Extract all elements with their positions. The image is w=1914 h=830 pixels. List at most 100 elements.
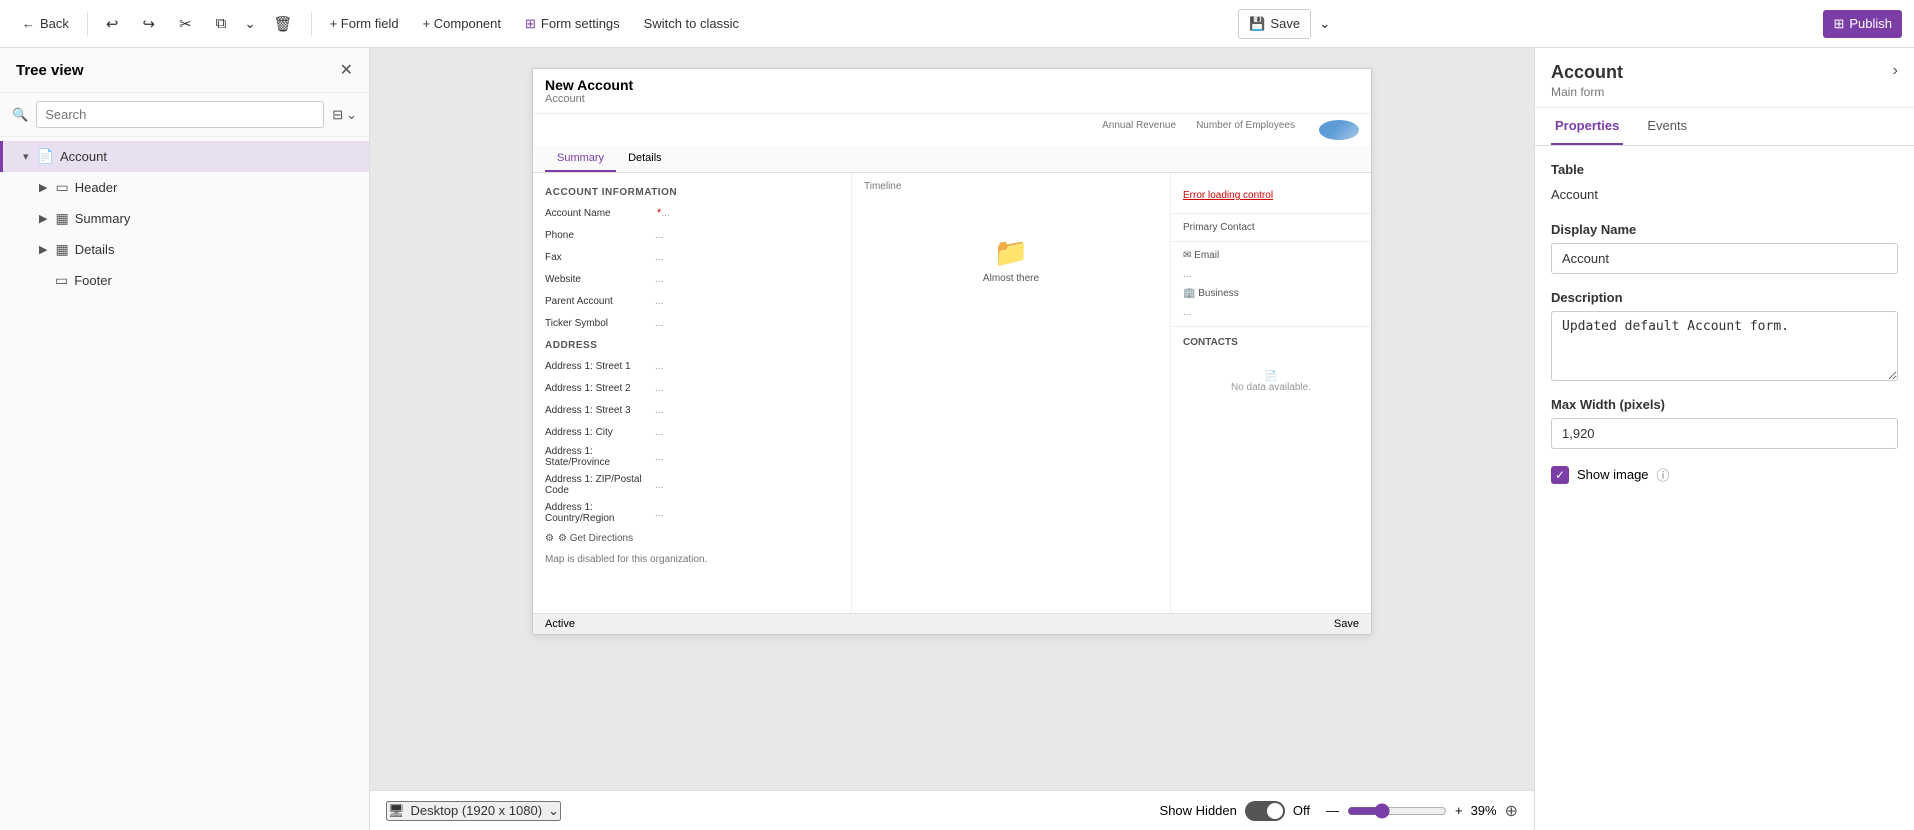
max-width-input[interactable] bbox=[1551, 418, 1898, 449]
copy-chevron-button[interactable]: ⌄ bbox=[240, 10, 259, 38]
tree-panel: Tree view ✕ 🔍 ⊟ ⌄ ▾ 📄 Account ▶ ▭ Header bbox=[0, 48, 370, 830]
form-preview: New Account Account Annual Revenue Numbe… bbox=[532, 68, 1372, 635]
form-header-metrics: Annual Revenue Number of Employees bbox=[533, 114, 1371, 146]
back-button[interactable]: ← Back bbox=[12, 10, 79, 37]
error-link[interactable]: Error loading control bbox=[1183, 190, 1273, 201]
get-directions-row: ⚙ ⚙ Get Directions bbox=[533, 527, 851, 550]
right-panel-header-text: Account Main form bbox=[1551, 62, 1623, 99]
timeline-text: Almost there bbox=[983, 273, 1039, 284]
tree-panel-title: Tree view bbox=[16, 62, 84, 79]
summary-label: Summary bbox=[75, 211, 131, 226]
account-form-icon: 📄 bbox=[37, 148, 54, 165]
footer-label: Footer bbox=[74, 273, 112, 288]
tree-close-button[interactable]: ✕ bbox=[340, 60, 353, 80]
tree-item-header[interactable]: ▶ ▭ Header bbox=[0, 172, 369, 203]
tree-item-summary[interactable]: ▶ ▦ Summary bbox=[0, 203, 369, 234]
tree-item-details[interactable]: ▶ ▦ Details bbox=[0, 234, 369, 265]
right-panel-tabs: Properties Events bbox=[1535, 108, 1914, 146]
tree-item-account[interactable]: ▾ 📄 Account bbox=[0, 141, 369, 172]
add-component-label: + Component bbox=[423, 16, 501, 31]
field-zip: Address 1: ZIP/Postal Code ... bbox=[533, 471, 851, 499]
zoom-fit-button[interactable]: ⊕ bbox=[1505, 801, 1518, 821]
zoom-slider[interactable] bbox=[1347, 803, 1447, 819]
tree-item-footer[interactable]: ▭ Footer bbox=[0, 265, 369, 296]
primary-contact-field: Primary Contact bbox=[1171, 218, 1371, 237]
prop-table: Table Account bbox=[1551, 162, 1898, 206]
footer-status: Active bbox=[545, 618, 575, 630]
header-expand-button[interactable]: ▶ bbox=[35, 181, 51, 194]
save-icon: 💾 bbox=[1249, 16, 1265, 32]
search-icon: 🔍 bbox=[12, 107, 28, 123]
delete-button[interactable]: 🗑 bbox=[264, 9, 303, 39]
zoom-max-icon: + bbox=[1455, 803, 1463, 818]
timeline-label: Timeline bbox=[852, 173, 1170, 200]
field-street1: Address 1: Street 1 ... bbox=[533, 355, 851, 377]
summary-section-icon: ▦ bbox=[55, 210, 68, 227]
form-tab-details[interactable]: Details bbox=[616, 146, 674, 172]
right-panel-chevron-button[interactable]: › bbox=[1893, 62, 1898, 80]
account-label: Account bbox=[60, 149, 107, 164]
form-tab-summary[interactable]: Summary bbox=[545, 146, 616, 172]
details-section-icon: ▦ bbox=[55, 241, 68, 258]
search-input[interactable] bbox=[36, 101, 324, 128]
device-label: Desktop (1920 x 1080) bbox=[411, 803, 543, 818]
error-control: Error loading control bbox=[1171, 181, 1371, 209]
footer-section-icon: ▭ bbox=[55, 272, 68, 289]
form-settings-button[interactable]: ⊞ Form settings bbox=[515, 10, 630, 38]
form-preview-title: New Account bbox=[545, 77, 1359, 93]
main-layout: Tree view ✕ 🔍 ⊟ ⌄ ▾ 📄 Account ▶ ▭ Header bbox=[0, 48, 1914, 830]
toggle-slider bbox=[1245, 801, 1285, 821]
display-name-input[interactable] bbox=[1551, 243, 1898, 274]
max-width-label: Max Width (pixels) bbox=[1551, 397, 1898, 412]
show-hidden-toggle[interactable] bbox=[1245, 801, 1285, 821]
device-selector-button[interactable]: 🖥 Desktop (1920 x 1080) ⌄ bbox=[386, 801, 561, 821]
cut-button[interactable]: ✂ bbox=[169, 9, 202, 39]
account-expand-button[interactable]: ▾ bbox=[19, 150, 33, 163]
show-image-checkbox[interactable]: ✓ bbox=[1551, 466, 1569, 484]
toolbar-divider-2 bbox=[311, 12, 312, 36]
show-image-info-icon[interactable]: ⓘ bbox=[1657, 465, 1670, 484]
description-textarea[interactable]: Updated default Account form. bbox=[1551, 311, 1898, 381]
table-value: Account bbox=[1551, 183, 1898, 206]
undo-button[interactable]: ↩ bbox=[96, 9, 129, 39]
zoom-min-icon: — bbox=[1326, 803, 1339, 818]
right-panel: Account Main form › Properties Events Ta… bbox=[1534, 48, 1914, 830]
back-arrow-icon: ← bbox=[22, 16, 35, 31]
show-hidden-label: Show Hidden bbox=[1160, 803, 1237, 818]
summary-expand-button[interactable]: ▶ bbox=[35, 212, 51, 225]
canvas-area: New Account Account Annual Revenue Numbe… bbox=[370, 48, 1534, 830]
field-parent-account: Parent Account ... bbox=[533, 290, 851, 312]
device-chevron-icon: ⌄ bbox=[548, 803, 559, 819]
back-label: Back bbox=[40, 16, 69, 31]
description-label: Description bbox=[1551, 290, 1898, 305]
copy-button[interactable]: ⧉ bbox=[206, 9, 237, 38]
business-field-right: 🏢 Business bbox=[1171, 284, 1371, 303]
filter-button[interactable]: ⊟ ⌄ bbox=[332, 107, 357, 123]
right-panel-title: Account bbox=[1551, 62, 1623, 83]
add-form-field-label: + Form field bbox=[330, 16, 399, 31]
add-component-button[interactable]: + Component bbox=[413, 10, 511, 37]
field-street3: Address 1: Street 3 ... bbox=[533, 399, 851, 421]
publish-button[interactable]: ⊞ Publish bbox=[1823, 10, 1902, 38]
tab-events[interactable]: Events bbox=[1643, 108, 1691, 145]
switch-classic-label: Switch to classic bbox=[644, 16, 739, 31]
add-form-field-button[interactable]: + Form field bbox=[320, 10, 409, 37]
save-button[interactable]: 💾 Save bbox=[1238, 9, 1311, 39]
switch-classic-button[interactable]: Switch to classic bbox=[634, 10, 749, 37]
account-info-section-title: ACCOUNT INFORMATION bbox=[533, 181, 851, 202]
details-expand-button[interactable]: ▶ bbox=[35, 243, 51, 256]
field-state: Address 1: State/Province ... bbox=[533, 443, 851, 471]
save-label: Save bbox=[1270, 16, 1300, 31]
redo-button[interactable]: ↪ bbox=[132, 9, 165, 39]
email-value: ... bbox=[1171, 265, 1371, 284]
copy-icon: ⧉ bbox=[216, 15, 227, 32]
form-settings-icon: ⊞ bbox=[525, 16, 536, 32]
save-chevron-button[interactable]: ⌄ bbox=[1315, 10, 1334, 38]
publish-label: Publish bbox=[1849, 16, 1892, 31]
field-country: Address 1: Country/Region ... bbox=[533, 499, 851, 527]
prop-display-name: Display Name bbox=[1551, 222, 1898, 274]
delete-icon: 🗑 bbox=[274, 15, 293, 33]
footer-save: Save bbox=[1334, 618, 1359, 630]
get-directions-icon: ⚙ bbox=[545, 533, 554, 544]
tab-properties[interactable]: Properties bbox=[1551, 108, 1623, 145]
